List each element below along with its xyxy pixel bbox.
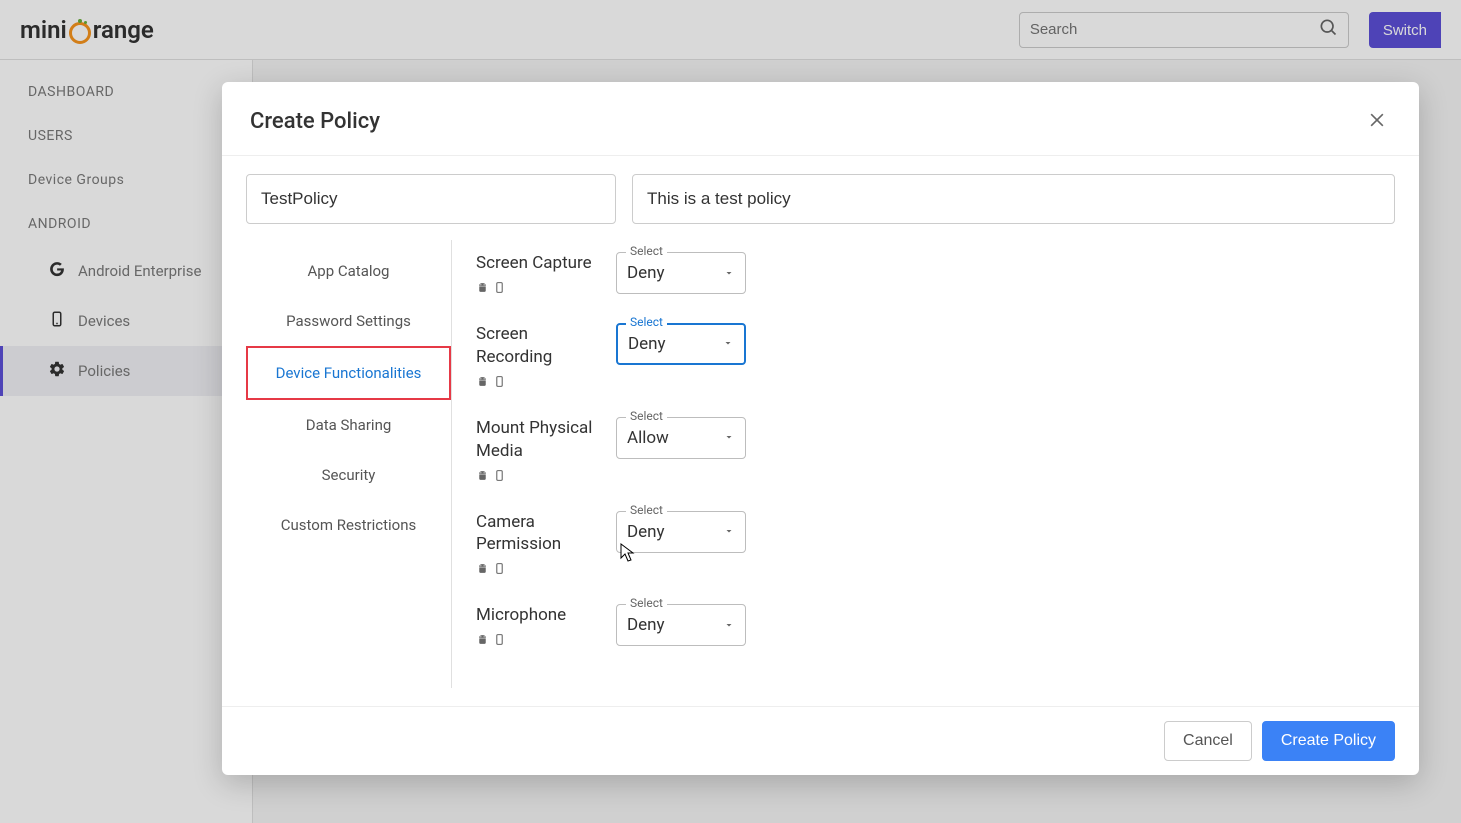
phone-icon	[493, 466, 506, 489]
select-floating-label: Select	[626, 503, 667, 517]
close-icon	[1367, 118, 1387, 133]
setting-label-text: Screen Capture	[476, 253, 592, 273]
input-row	[246, 174, 1395, 224]
android-icon	[476, 630, 489, 653]
create-policy-modal: Create Policy App Catalog Password Setti…	[222, 82, 1419, 775]
select-floating-label: Select	[626, 596, 667, 610]
android-icon	[476, 372, 489, 395]
select-value: Deny	[627, 263, 665, 283]
modal-footer: Cancel Create Policy	[222, 706, 1419, 775]
setting-label: Screen Capture	[476, 252, 604, 301]
device-icons	[476, 559, 604, 582]
policy-description-input[interactable]	[632, 174, 1395, 224]
setting-microphone: Microphone Deny Select	[476, 604, 1371, 653]
setting-label: Camera Permission	[476, 511, 604, 583]
phone-icon	[493, 372, 506, 395]
setting-label: Screen Recording	[476, 323, 604, 395]
setting-camera-permission: Camera Permission Deny Select	[476, 511, 1371, 583]
chevron-down-icon	[723, 264, 735, 283]
tab-password-settings[interactable]: Password Settings	[246, 296, 451, 346]
setting-label-text: Microphone	[476, 605, 566, 625]
setting-label-text: Mount Physical Media	[476, 418, 592, 461]
tab-app-catalog[interactable]: App Catalog	[246, 246, 451, 296]
settings-column: Screen Capture Deny Select	[452, 240, 1395, 688]
select-value: Deny	[628, 334, 666, 354]
tab-column: App Catalog Password Settings Device Fun…	[246, 240, 452, 688]
chevron-down-icon	[723, 616, 735, 635]
select-mount-physical-media[interactable]: Allow Select	[616, 417, 746, 459]
setting-label: Mount Physical Media	[476, 417, 604, 489]
setting-label-text: Screen Recording	[476, 324, 552, 367]
setting-label-text: Camera Permission	[476, 512, 561, 555]
select-value: Deny	[627, 522, 665, 542]
select-floating-label: Select	[626, 409, 667, 423]
select-floating-label: Select	[626, 244, 667, 258]
device-icons	[476, 630, 604, 653]
tab-custom-restrictions[interactable]: Custom Restrictions	[246, 500, 451, 550]
chevron-down-icon	[722, 334, 734, 353]
create-policy-button[interactable]: Create Policy	[1262, 721, 1395, 761]
device-icons	[476, 278, 604, 301]
modal-title: Create Policy	[250, 109, 380, 134]
modal-header: Create Policy	[222, 82, 1419, 156]
device-icons	[476, 372, 604, 395]
chevron-down-icon	[723, 522, 735, 541]
policy-name-input[interactable]	[246, 174, 616, 224]
select-value: Deny	[627, 615, 665, 635]
android-icon	[476, 559, 489, 582]
phone-icon	[493, 278, 506, 301]
device-icons	[476, 466, 604, 489]
tab-device-functionalities[interactable]: Device Functionalities	[246, 346, 451, 400]
chevron-down-icon	[723, 428, 735, 447]
setting-mount-physical-media: Mount Physical Media Allow Select	[476, 417, 1371, 489]
setting-screen-capture: Screen Capture Deny Select	[476, 252, 1371, 301]
body-split: App Catalog Password Settings Device Fun…	[246, 240, 1395, 688]
setting-label: Microphone	[476, 604, 604, 653]
close-button[interactable]	[1363, 106, 1391, 137]
select-camera-permission[interactable]: Deny Select	[616, 511, 746, 553]
android-icon	[476, 466, 489, 489]
tab-security[interactable]: Security	[246, 450, 451, 500]
phone-icon	[493, 559, 506, 582]
select-floating-label: Select	[626, 315, 667, 329]
tab-data-sharing[interactable]: Data Sharing	[246, 400, 451, 450]
select-screen-capture[interactable]: Deny Select	[616, 252, 746, 294]
select-screen-recording[interactable]: Deny Select	[616, 323, 746, 365]
phone-icon	[493, 630, 506, 653]
setting-screen-recording: Screen Recording Deny Select	[476, 323, 1371, 395]
cancel-button[interactable]: Cancel	[1164, 721, 1252, 761]
select-value: Allow	[627, 428, 669, 448]
select-microphone[interactable]: Deny Select	[616, 604, 746, 646]
android-icon	[476, 278, 489, 301]
modal-body: App Catalog Password Settings Device Fun…	[222, 156, 1419, 706]
